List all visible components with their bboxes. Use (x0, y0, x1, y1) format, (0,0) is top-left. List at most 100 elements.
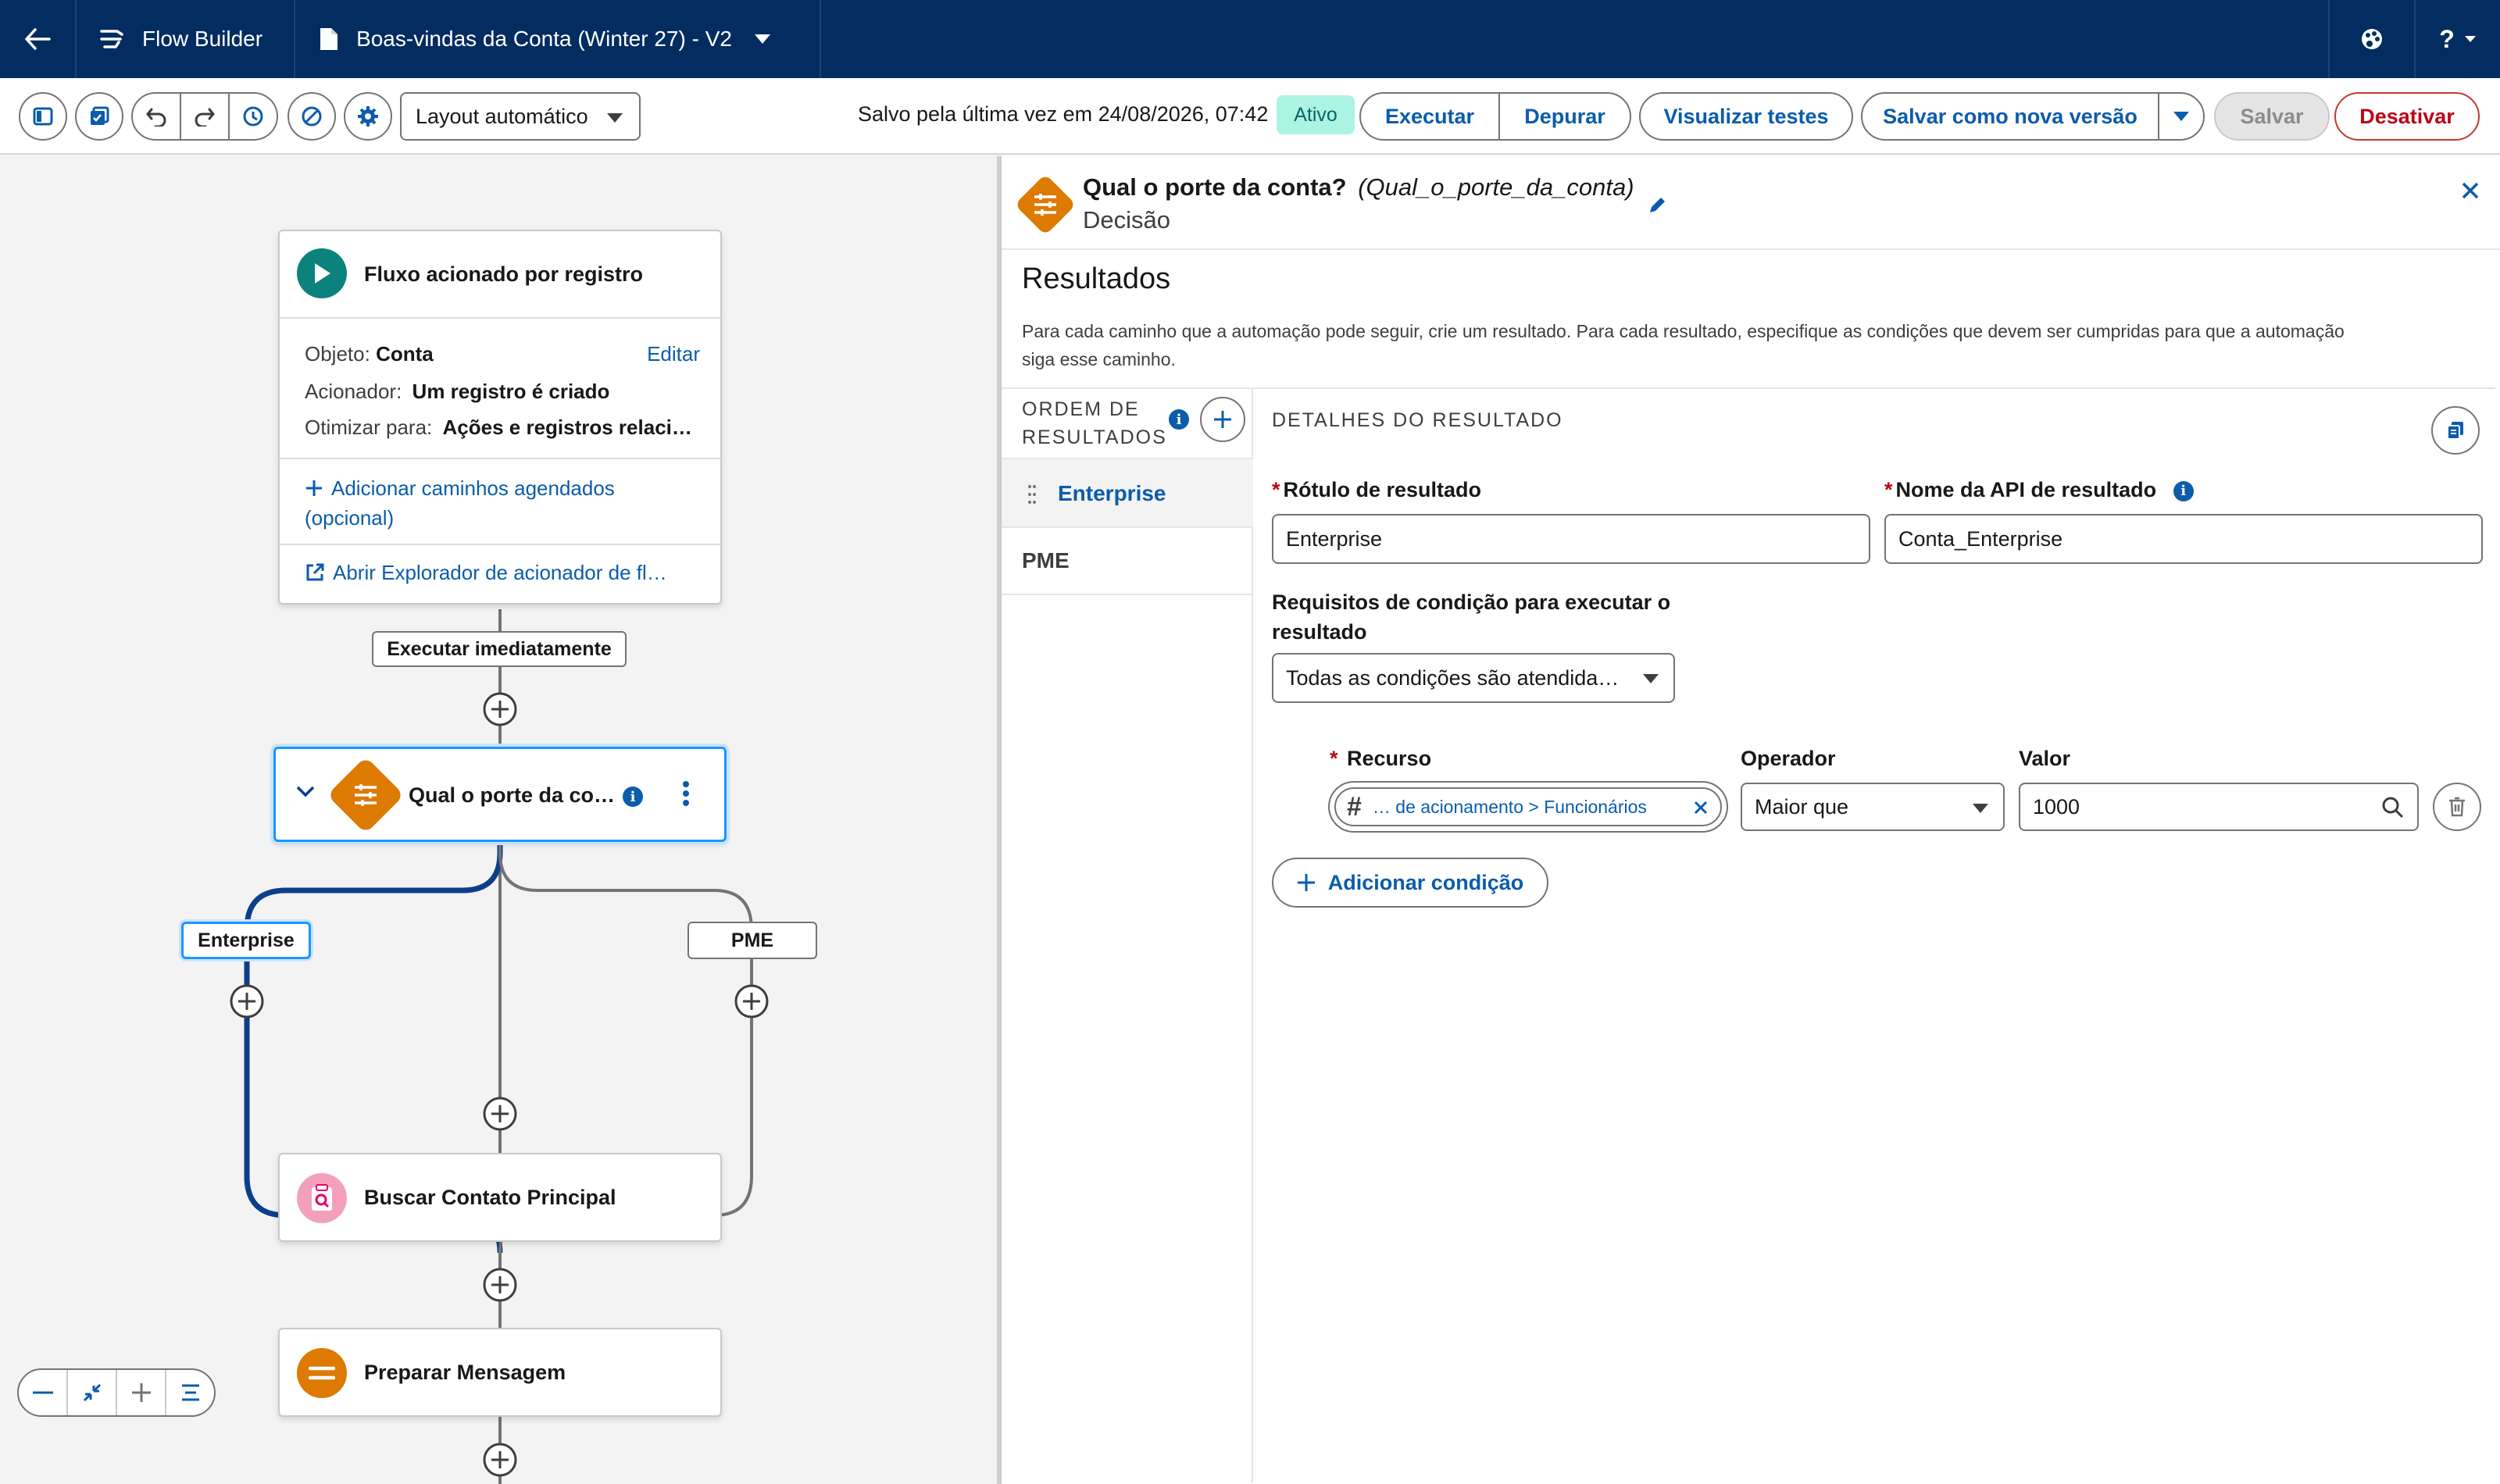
decision-node[interactable]: Qual o porte da co… i (273, 747, 727, 842)
resource-pill[interactable]: # … de acionamento > Funcionários (1334, 787, 1722, 826)
assignment-node-title: Preparar Mensagem (364, 1361, 566, 1384)
search-icon (2382, 797, 2404, 819)
outcome-item-enterprise[interactable]: Enterprise (1002, 459, 1253, 526)
history-button[interactable] (230, 92, 278, 141)
deactivate-button[interactable]: Desativar (2334, 92, 2480, 141)
add-element-plus-icon[interactable] (229, 983, 265, 1019)
add-element-plus-icon[interactable] (482, 691, 518, 727)
add-element-plus-icon[interactable] (482, 1096, 518, 1132)
get-records-icon (297, 1173, 347, 1223)
api-field-label-text: Nome da API de resultado (1895, 478, 2157, 501)
plus-icon (306, 480, 322, 496)
save-button[interactable]: Salvar (2214, 92, 2330, 141)
redo-button[interactable] (181, 92, 230, 141)
value-input[interactable]: 1000 (2019, 783, 2419, 831)
branch-label-pme[interactable]: PME (688, 922, 817, 959)
last-saved-text: Salvo pela última vez em 24/08/2026, 07:… (858, 102, 1269, 126)
info-icon[interactable]: i (623, 787, 643, 807)
zoom-in-button[interactable] (117, 1370, 166, 1415)
edit-start-link[interactable]: Editar (647, 342, 700, 366)
plus-icon (1297, 874, 1315, 891)
chevron-down-icon (1643, 674, 1659, 683)
add-scheduled-paths-link[interactable]: Adicionar caminhos agendados (opcional) (305, 473, 615, 533)
section-title: Resultados (1022, 262, 1171, 295)
flow-name-menu[interactable]: Boas-vindas da Conta (Winter 27) - V2 (295, 0, 821, 78)
palette-button[interactable] (2328, 0, 2414, 78)
outcome-api-name-input[interactable]: Conta_Enterprise (1884, 514, 2483, 564)
operator-label: Operador (1741, 747, 1836, 770)
outcome-item-pme[interactable]: PME (1002, 528, 1253, 594)
add-element-plus-icon[interactable] (482, 1267, 518, 1303)
copy-outcome-button[interactable] (2431, 406, 2480, 455)
operator-select[interactable]: Maior que (1741, 783, 2005, 831)
arrow-left-icon (25, 28, 51, 50)
open-trigger-explorer-link[interactable]: Abrir Explorador de acionador de fl… (305, 561, 667, 585)
undo-icon (146, 108, 166, 127)
condition-requirements-label: Requisitos de condição para executar o r… (1272, 587, 1670, 647)
label-field-label-text: Rótulo de resultado (1283, 478, 1482, 501)
optimize-row: Otimizar para: Ações e registros relaci… (305, 416, 692, 440)
outcome-label-input[interactable]: Enterprise (1272, 514, 1870, 564)
add-outcome-button[interactable] (1200, 397, 1245, 442)
resource-combobox[interactable]: # … de acionamento > Funcionários (1328, 781, 1728, 833)
object-value: Conta (376, 342, 434, 366)
errors-button[interactable] (288, 92, 336, 141)
help-label: ? (2439, 24, 2455, 53)
assignment-icon (297, 1348, 347, 1398)
chevron-down-icon[interactable] (296, 785, 315, 797)
get-records-node[interactable]: Buscar Contato Principal (278, 1153, 722, 1242)
close-icon[interactable] (1694, 801, 1708, 815)
info-icon[interactable]: i (2173, 480, 2194, 501)
save-as-new-version-button[interactable]: Salvar como nova versão (1861, 92, 2159, 141)
object-label: Objeto: (305, 342, 370, 366)
global-header: Flow Builder Boas-vindas da Conta (Winte… (0, 0, 2500, 78)
help-button[interactable]: ? (2414, 0, 2500, 78)
add-element-plus-icon[interactable] (734, 983, 770, 1019)
close-icon[interactable] (2461, 181, 2480, 200)
auto-align-button[interactable] (166, 1370, 214, 1415)
outcome-item-label: PME (1022, 548, 1070, 573)
drag-handle-icon[interactable] (1028, 484, 1036, 505)
condition-requirements-select[interactable]: Todas as condições são atendida… (1272, 653, 1675, 703)
toggle-checklist-button[interactable] (75, 92, 123, 141)
open-explorer-label: Abrir Explorador de acionador de fl… (333, 561, 667, 584)
history-icon (243, 106, 263, 127)
settings-button[interactable] (344, 92, 392, 141)
plus-icon (131, 1383, 151, 1402)
chevron-down-icon (607, 113, 623, 123)
view-tests-button[interactable]: Visualizar testes (1639, 92, 1853, 141)
pencil-icon[interactable] (1647, 195, 1667, 216)
fit-view-button[interactable] (68, 1370, 117, 1415)
chevron-down-icon (1973, 804, 1988, 813)
requirements-line2: resultado (1272, 620, 1367, 644)
divider (280, 317, 720, 319)
flow-icon (100, 30, 123, 48)
outcome-item-label: Enterprise (1058, 481, 1166, 505)
contract-icon (83, 1383, 101, 1402)
add-element-plus-icon[interactable] (482, 1442, 518, 1478)
branch-label-enterprise[interactable]: Enterprise (181, 922, 311, 959)
toggle-sidebar-button[interactable] (19, 92, 67, 141)
zoom-controls (17, 1368, 216, 1417)
more-actions-icon[interactable] (682, 780, 690, 807)
run-button[interactable]: Executar (1359, 92, 1500, 141)
layout-select[interactable]: Layout automático (400, 92, 641, 141)
assignment-node[interactable]: Preparar Mensagem (278, 1328, 722, 1417)
undo-button[interactable] (131, 92, 181, 141)
add-condition-button[interactable]: Adicionar condição (1272, 858, 1548, 908)
section-description: Para cada caminho que a automação pode s… (1022, 317, 2483, 373)
align-center-icon (181, 1384, 199, 1401)
ban-icon (302, 106, 322, 127)
start-node[interactable]: Fluxo acionado por registro Objeto: Cont… (278, 230, 722, 605)
debug-button[interactable]: Depurar (1498, 92, 1631, 141)
delete-condition-button[interactable] (2433, 783, 2481, 831)
save-menu-button[interactable] (2158, 92, 2205, 141)
search-record-icon (312, 1184, 332, 1211)
resource-label-text: Recurso (1347, 747, 1432, 770)
back-button[interactable] (0, 0, 77, 78)
info-icon[interactable]: i (1169, 409, 1189, 430)
start-icon (297, 248, 347, 298)
trigger-label: Acionador: (305, 380, 402, 403)
resource-label: * Recurso (1330, 747, 1432, 770)
zoom-out-button[interactable] (19, 1370, 68, 1415)
